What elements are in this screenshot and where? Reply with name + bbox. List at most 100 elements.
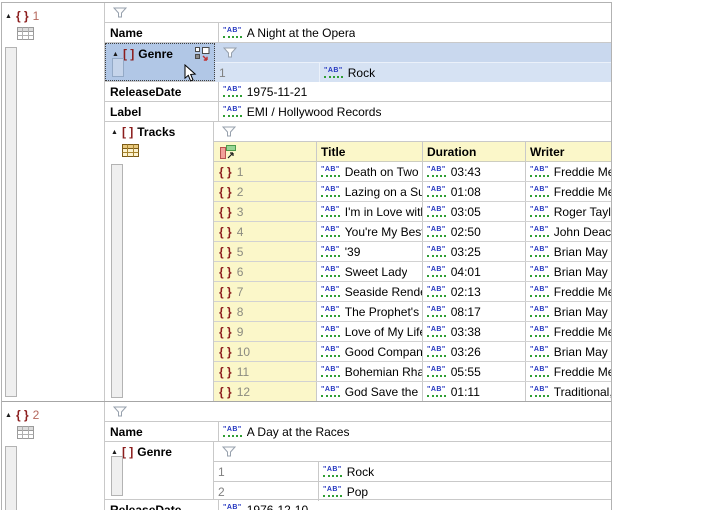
filter-icon[interactable] [222,126,236,137]
collapse-band[interactable] [111,164,123,398]
track-writer-cell[interactable]: "AB" Brian May [526,262,611,281]
track-writer-cell[interactable]: "AB" Brian May [526,342,611,361]
collapse-arrow-icon[interactable]: ▲ [5,412,12,419]
track-index-cell[interactable]: { } 2 [214,182,317,201]
track-duration-cell[interactable]: "AB" 01:11 [423,382,526,401]
track-writer-cell[interactable]: "AB" Traditional, arr. [526,382,611,401]
object-icon: { } [219,305,232,319]
track-index-cell[interactable]: { } 3 [214,202,317,221]
track-duration-cell[interactable]: "AB" 08:17 [423,302,526,321]
filter-icon[interactable] [113,406,127,417]
record-grid: Name "AB" A Day at the Races ▲ [ ] Genre [105,402,611,510]
track-row: { } 7 "AB" Seaside Rendez "AB" 02:13 "AB… [214,282,611,302]
track-title-cell[interactable]: "AB" '39 [317,242,423,261]
track-title-cell[interactable]: "AB" Death on Two L [317,162,423,181]
genre-key-cell[interactable]: ▲ [ ] Genre [105,43,215,81]
track-title-cell[interactable]: "AB" Lazing on a Sun [317,182,423,201]
track-writer-cell[interactable]: "AB" Freddie Mercury [526,322,611,341]
track-index-cell[interactable]: { } 8 [214,302,317,321]
track-title-cell[interactable]: "AB" Love of My Life [317,322,423,341]
value-cell[interactable]: "AB" A Day at the Races [219,422,611,441]
track-index-cell[interactable]: { } 1 [214,162,317,181]
key-cell-name[interactable]: Name [105,422,219,441]
track-index-cell[interactable]: { } 12 [214,382,317,401]
key-cell-releasedate[interactable]: ReleaseDate [105,82,219,101]
track-duration-cell[interactable]: "AB" 03:43 [423,162,526,181]
track-index-cell[interactable]: { } 7 [214,282,317,301]
column-header-writer[interactable]: Writer [526,142,611,161]
record-header[interactable]: ▲ { } 2 [2,402,104,422]
array-index-cell[interactable]: 1 [214,462,319,481]
transpose-table-icon[interactable] [219,144,237,160]
track-title-cell[interactable]: "AB" God Save the Q [317,382,423,401]
record-header[interactable]: ▲ { } 1 [2,3,104,23]
track-writer-cell[interactable]: "AB" Brian May [526,242,611,261]
value-cell[interactable]: "AB" Rock [319,462,611,481]
collapse-band[interactable] [112,58,124,77]
track-writer-cell[interactable]: "AB" Freddie Mercury [526,162,611,181]
collapse-band[interactable] [5,446,17,510]
track-title-cell[interactable]: "AB" The Prophet's S [317,302,423,321]
array-index-cell[interactable]: 2 [214,482,319,501]
value-cell[interactable]: "AB" A Night at the Opera [219,23,611,42]
track-index-cell[interactable]: { } 9 [214,322,317,341]
track-writer-cell[interactable]: "AB" Brian May [526,302,611,321]
track-title-cell[interactable]: "AB" Seaside Rendez [317,282,423,301]
filter-icon[interactable] [223,47,237,58]
track-duration-cell[interactable]: "AB" 03:25 [423,242,526,261]
table-display-toggle-icon[interactable] [194,47,210,62]
track-index-cell[interactable]: { } 6 [214,262,317,281]
table-view-icon[interactable] [17,426,34,439]
track-writer-cell[interactable]: "AB" Freddie Mercury [526,182,611,201]
track-duration-cell[interactable]: "AB" 03:05 [423,202,526,221]
track-duration-cell[interactable]: "AB" 05:55 [423,362,526,381]
track-index-cell[interactable]: { } 10 [214,342,317,361]
value-cell[interactable]: "AB" 1976-12-10 [219,500,611,510]
tracks-key-cell[interactable]: ▲ [ ] Tracks [105,122,214,401]
collapse-arrow-icon[interactable]: ▲ [112,51,119,58]
track-title-cell[interactable]: "AB" Good Company [317,342,423,361]
value-cell[interactable]: "AB" Pop [319,482,611,501]
genre-key-cell[interactable]: ▲ [ ] Genre [105,442,214,499]
collapse-arrow-icon[interactable]: ▲ [5,13,12,20]
track-title-cell[interactable]: "AB" Bohemian Rhap [317,362,423,381]
table-view-icon[interactable] [17,27,34,40]
track-duration-cell[interactable]: "AB" 03:38 [423,322,526,341]
track-index-cell[interactable]: { } 4 [214,222,317,241]
filter-row [215,43,611,63]
key-cell-name[interactable]: Name [105,23,219,42]
filter-icon[interactable] [113,7,127,18]
track-writer-cell[interactable]: "AB" John Deacon [526,222,611,241]
track-writer-cell[interactable]: "AB" Roger Taylor [526,202,611,221]
key-cell-releasedate[interactable]: ReleaseDate [105,500,219,510]
track-title-cell[interactable]: "AB" Sweet Lady [317,262,423,281]
transpose-header-cell[interactable] [214,142,317,161]
label-value: EMI / Hollywood Records [247,105,382,119]
collapse-band[interactable] [5,47,17,397]
track-writer-cell[interactable]: "AB" Freddie Mercury [526,362,611,381]
key-cell-label[interactable]: Label [105,102,219,121]
track-duration-cell[interactable]: "AB" 03:26 [423,342,526,361]
track-writer-cell[interactable]: "AB" Freddie Mercury [526,282,611,301]
track-title-cell[interactable]: "AB" I'm in Love with [317,202,423,221]
track-duration-cell[interactable]: "AB" 01:08 [423,182,526,201]
value-cell[interactable]: "AB" 1975-11-21 [219,82,611,101]
collapse-arrow-icon[interactable]: ▲ [111,129,118,136]
track-writer: Brian May [554,245,608,259]
collapse-band[interactable] [111,456,123,496]
array-index-cell[interactable]: 1 [215,63,320,82]
table-view-active-icon[interactable] [122,144,139,157]
track-duration-cell[interactable]: "AB" 02:50 [423,222,526,241]
track-title-cell[interactable]: "AB" You're My Best F [317,222,423,241]
track-index-cell[interactable]: { } 5 [214,242,317,261]
column-header-title[interactable]: Title [317,142,423,161]
string-type-icon: "AB" [321,366,340,377]
track-index-cell[interactable]: { } 11 [214,362,317,381]
collapse-arrow-icon[interactable]: ▲ [111,449,118,456]
track-duration-cell[interactable]: "AB" 02:13 [423,282,526,301]
value-cell[interactable]: "AB" EMI / Hollywood Records [219,102,611,121]
track-duration-cell[interactable]: "AB" 04:01 [423,262,526,281]
value-cell[interactable]: "AB" Rock [320,63,611,82]
column-header-duration[interactable]: Duration [423,142,526,161]
filter-icon[interactable] [222,446,236,457]
